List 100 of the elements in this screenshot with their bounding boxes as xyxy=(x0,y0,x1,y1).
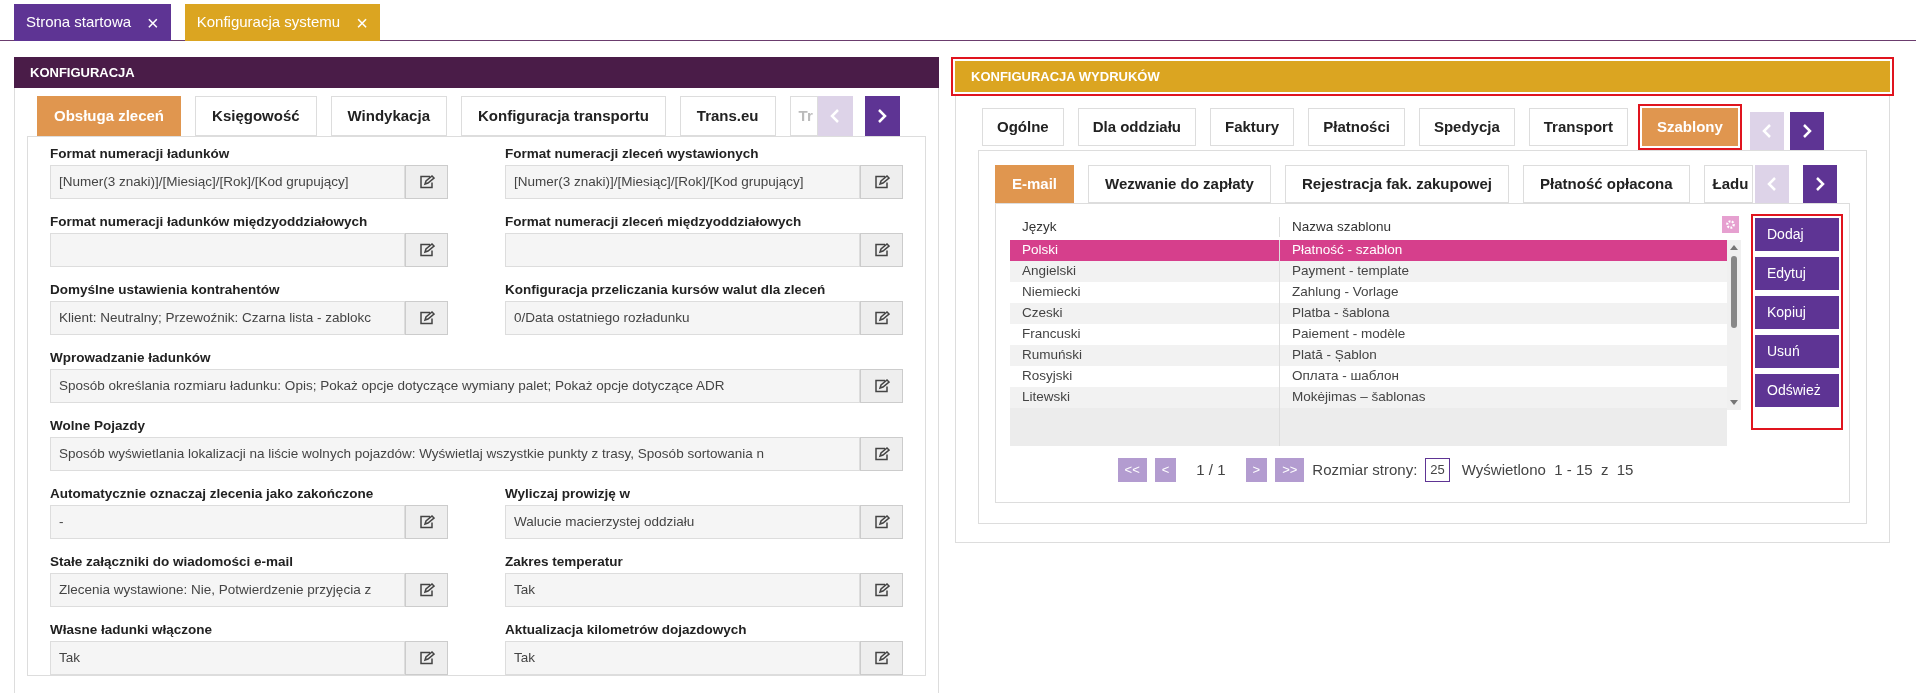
edit-button[interactable] xyxy=(405,573,448,607)
next-button[interactable] xyxy=(1803,165,1838,203)
edit-button[interactable] xyxy=(860,369,903,403)
table-row[interactable]: Czeski Platba - šablona xyxy=(1010,303,1727,324)
value-field[interactable]: Zlecenia wystawione: Nie, Potwierdzenie przyjęcia z xyxy=(50,573,405,607)
field-label: Aktualizacja kilometrów dojazdowych xyxy=(505,621,748,639)
table-row[interactable]: Angielski Payment - template xyxy=(1010,261,1727,282)
edit-icon xyxy=(873,515,890,529)
edit-button[interactable] xyxy=(860,641,903,675)
action-button[interactable]: Odśwież xyxy=(1755,374,1839,407)
record-count: Wyświetlono 1 - 15 z 15 xyxy=(1461,459,1634,480)
tab[interactable]: Wezwanie do zapłaty xyxy=(1088,165,1271,203)
panel-title: KONFIGURACJA WYDRUKÓW xyxy=(955,61,1890,92)
edit-button[interactable] xyxy=(860,573,903,607)
field-label: Format numeracji ładunków xyxy=(50,145,231,163)
value-field[interactable]: Sposób określania rozmiaru ładunku: Opis; Pokaż opcje dotyczące wymiany palet; Pokaż opcje dotyczące ADR xyxy=(50,369,860,403)
field-label: Wolne Pojazdy xyxy=(50,417,146,435)
field-label: Format numeracji zleceń wystawionych xyxy=(505,145,760,163)
field-label: Wyliczaj prowizję w xyxy=(505,485,632,503)
scrollbar[interactable] xyxy=(1727,240,1741,410)
table-row[interactable]: Polski Płatność - szablon xyxy=(1010,240,1727,261)
field-label: Konfiguracja przeliczania kursów walut dla zleceń xyxy=(505,281,827,299)
edit-icon xyxy=(873,311,890,325)
tab[interactable]: Trans.eu xyxy=(679,96,776,136)
edit-icon xyxy=(418,243,435,257)
edit-button[interactable] xyxy=(405,505,448,539)
value-field[interactable] xyxy=(50,233,405,267)
page-tab[interactable]: Strona startowa × xyxy=(14,4,171,41)
edit-icon xyxy=(418,515,435,529)
edit-icon xyxy=(873,175,890,189)
tab[interactable]: Płatności xyxy=(1308,108,1405,146)
table-row[interactable]: Litewski Mokėjimas – šablonas xyxy=(1010,387,1727,408)
edit-icon xyxy=(873,243,890,257)
action-button[interactable]: Usuń xyxy=(1755,335,1839,368)
field-label: Własne ładunki włączone xyxy=(50,621,214,639)
tab[interactable]: Windykacja xyxy=(330,96,447,136)
edit-icon xyxy=(418,583,435,597)
edit-button[interactable] xyxy=(860,165,903,199)
tab[interactable]: Konfiguracja transportu xyxy=(461,96,666,136)
value-field[interactable]: Klient: Neutralny; Przewoźnik: Czarna lista - zablokc xyxy=(50,301,405,335)
chevron-right-icon xyxy=(1815,177,1826,191)
field-label: Domyślne ustawienia kontrahentów xyxy=(50,281,281,299)
field-label: Stałe załączniki do wiadomości e-mail xyxy=(50,553,295,571)
action-button[interactable]: Edytuj xyxy=(1755,257,1839,290)
edit-icon xyxy=(873,651,890,665)
close-icon[interactable]: × xyxy=(147,7,159,38)
edit-icon xyxy=(873,379,890,393)
field-label: Format numeracji zleceń międzyoddziałowych xyxy=(505,213,803,231)
edit-icon xyxy=(873,447,890,461)
edit-icon xyxy=(418,311,435,325)
field-label: Automatycznie oznaczaj zlecenia jako zakończone xyxy=(50,485,375,503)
chevron-right-icon xyxy=(1801,124,1812,138)
edit-button[interactable] xyxy=(405,641,448,675)
value-field[interactable]: - xyxy=(50,505,405,539)
chevron-left-icon xyxy=(1761,124,1772,138)
chevron-right-icon xyxy=(877,109,888,123)
value-field[interactable]: [Numer(3 znaki)]/[Miesiąc]/[Rok]/[Kod grupujący] xyxy=(505,165,860,199)
value-field[interactable]: [Numer(3 znaki)]/[Miesiąc]/[Rok]/[Kod grupujący] xyxy=(50,165,405,199)
chevron-left-icon xyxy=(830,109,841,123)
edit-icon xyxy=(418,175,435,189)
tab[interactable]: Spedycja xyxy=(1418,108,1515,146)
panel-title: KONFIGURACJA xyxy=(14,57,939,88)
value-field[interactable]: 0/Data ostatniego rozładunku xyxy=(505,301,860,335)
edit-button[interactable] xyxy=(405,301,448,335)
action-button[interactable]: Dodaj xyxy=(1755,218,1839,251)
field-label: Zakres temperatur xyxy=(505,553,624,571)
edit-button[interactable] xyxy=(405,233,448,267)
tab[interactable]: Dla oddziału xyxy=(1077,108,1196,146)
edit-icon xyxy=(873,583,890,597)
value-field[interactable]: Tak xyxy=(505,641,860,675)
page-indicator: 1 / 1 xyxy=(1196,459,1226,480)
value-field[interactable]: Sposób wyświetlania lokalizacji na liście wolnych pojazdów: Wyświetlaj wszystkie punkty z trasy, Sposób sortowania n xyxy=(50,437,860,471)
table-row[interactable]: Rumuński Plată - Șablon xyxy=(1010,345,1727,366)
edit-icon xyxy=(418,651,435,665)
tab[interactable]: Księgowość xyxy=(195,96,317,136)
edit-button[interactable] xyxy=(860,437,903,471)
value-field[interactable] xyxy=(505,233,860,267)
tab[interactable]: Transport xyxy=(1528,108,1628,146)
value-field[interactable]: Walucie macierzystej oddziału xyxy=(505,505,860,539)
column-header: Język xyxy=(1010,216,1280,238)
tab[interactable]: Płatność opłacona xyxy=(1523,165,1690,203)
action-button[interactable]: Kopiuj xyxy=(1755,296,1839,329)
tab[interactable]: Ogólne xyxy=(982,108,1064,146)
edit-button[interactable] xyxy=(860,233,903,267)
tab[interactable]: Rejestracja fak. zakupowej xyxy=(1284,165,1510,203)
value-field[interactable]: Tak xyxy=(50,641,405,675)
page-size-field[interactable]: 25 xyxy=(1425,458,1450,482)
next-button[interactable] xyxy=(1789,112,1824,150)
page-size-label: Rozmiar strony: xyxy=(1312,459,1418,480)
field-label: Format numeracji ładunków międzyoddziałowych xyxy=(50,213,369,231)
tab[interactable]: Faktury xyxy=(1210,108,1295,146)
next-button[interactable] xyxy=(864,96,900,136)
value-field[interactable]: Tak xyxy=(505,573,860,607)
edit-button[interactable] xyxy=(860,301,903,335)
chevron-left-icon xyxy=(1767,177,1778,191)
column-header: Nazwa szablonu xyxy=(1291,217,1393,236)
edit-button[interactable] xyxy=(860,505,903,539)
edit-button[interactable] xyxy=(405,165,448,199)
field-label: Wprowadzanie ładunków xyxy=(50,349,212,367)
tab[interactable]: Ładu xyxy=(1703,165,1754,203)
